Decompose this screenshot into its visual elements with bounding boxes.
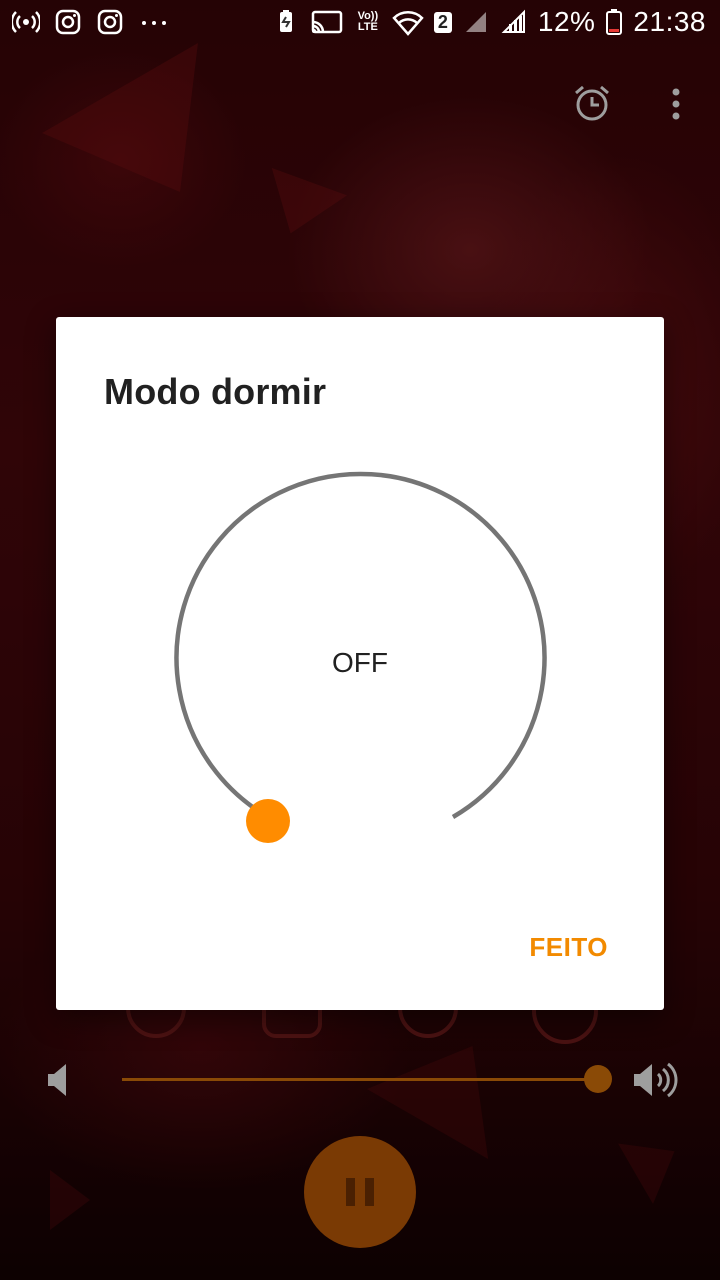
sim2-signal-icon bbox=[462, 8, 490, 36]
volume-slider-track[interactable] bbox=[122, 1078, 598, 1081]
clock: 21:38 bbox=[633, 6, 706, 37]
hotspot-icon bbox=[10, 8, 42, 36]
instagram-icon bbox=[96, 8, 124, 36]
cast-icon bbox=[310, 8, 344, 36]
sleep-mode-dialog: Modo dormir OFF FEITO bbox=[56, 317, 664, 1010]
done-button[interactable]: FEITO bbox=[529, 932, 608, 963]
wifi-icon bbox=[392, 8, 424, 36]
pause-icon bbox=[341, 1178, 379, 1206]
dial-thumb[interactable] bbox=[246, 799, 290, 843]
alarm-clock-icon[interactable] bbox=[572, 84, 612, 129]
sim2-badge: 2 bbox=[433, 11, 452, 33]
pause-button[interactable] bbox=[304, 1136, 416, 1248]
sim1-signal-icon bbox=[500, 8, 528, 36]
volume-low-icon[interactable] bbox=[46, 1062, 72, 1103]
more-vert-icon[interactable] bbox=[666, 84, 686, 129]
battery-icon bbox=[605, 8, 623, 36]
volte-text: Vo)) LTE bbox=[357, 10, 379, 33]
dialog-title: Modo dormir bbox=[104, 371, 327, 412]
volte-icon: Vo)) LTE bbox=[354, 11, 382, 33]
volume-high-icon[interactable] bbox=[632, 1060, 678, 1105]
timer-value: OFF bbox=[332, 647, 388, 678]
battery-percent: 12% bbox=[537, 6, 596, 37]
volume-control bbox=[0, 1050, 720, 1110]
volume-slider-thumb[interactable] bbox=[584, 1065, 612, 1093]
more-notifications-icon bbox=[138, 8, 172, 36]
battery-saver-icon bbox=[272, 8, 300, 36]
dial-track bbox=[174, 471, 547, 819]
status-bar: Vo)) LTE 2 12% 21:38 bbox=[0, 0, 720, 50]
instagram-icon bbox=[54, 8, 82, 36]
